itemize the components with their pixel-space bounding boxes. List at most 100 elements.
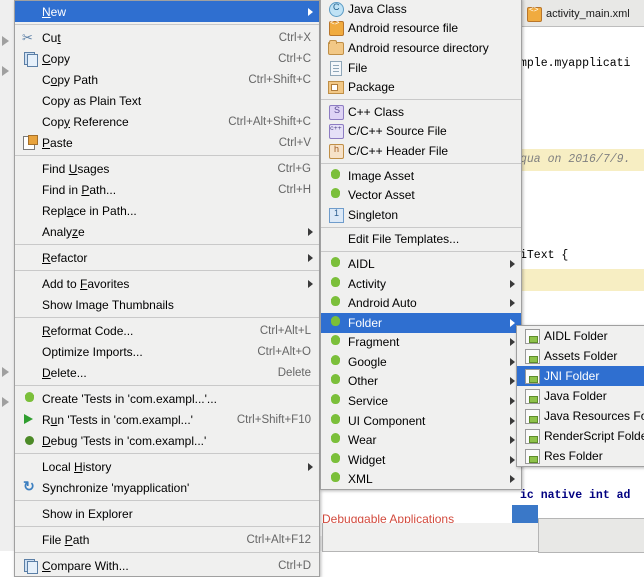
menu-separator	[15, 526, 319, 527]
menu-item-ui-component[interactable]: UI Component	[321, 411, 521, 431]
menu-item-activity[interactable]: Activity	[321, 274, 521, 294]
menu-item-compare-with[interactable]: Compare With... Ctrl+D	[15, 555, 319, 576]
editor-tab-activity-main-xml[interactable]: activity_main.xml	[527, 4, 630, 24]
menu-item-label: Java Resources Folder	[544, 409, 644, 423]
menu-item-synchronize-myapplication[interactable]: Synchronize 'myapplication'	[15, 477, 319, 498]
menu-item-icon-slot	[21, 344, 38, 360]
android-icon	[327, 295, 344, 311]
menu-item-delete[interactable]: Delete... Delete	[15, 362, 319, 383]
menu-item-label: Compare With...	[42, 558, 129, 573]
folder-submenu[interactable]: AIDL Folder Assets Folder JNI Folder Java F…	[516, 325, 644, 467]
menu-item-reformat-code[interactable]: Reformat Code... Ctrl+Alt+L	[15, 320, 319, 341]
menu-item-label: Google	[348, 354, 387, 369]
menu-item-copy-reference[interactable]: Copy Reference Ctrl+Alt+Shift+C	[15, 111, 319, 132]
menu-item-package[interactable]: Package	[321, 77, 521, 97]
menu-item-c-c-source-file[interactable]: C/C++ Source File	[321, 122, 521, 142]
menu-item-fragment[interactable]: Fragment	[321, 333, 521, 353]
menu-item-assets-folder[interactable]: Assets Folder	[517, 346, 644, 366]
android-icon	[329, 374, 342, 387]
menu-item-add-to-favorites[interactable]: Add to Favorites	[15, 273, 319, 294]
menu-item-android-resource-file[interactable]: Android resource file	[321, 19, 521, 39]
menu-item-label: Paste	[42, 135, 73, 150]
menu-item-label: Synchronize 'myapplication'	[42, 480, 190, 495]
menu-item-new[interactable]: New	[15, 1, 319, 22]
menu-item-local-history[interactable]: Local History	[15, 456, 319, 477]
menu-item-java-class[interactable]: Java Class	[321, 0, 521, 19]
menu-item-service[interactable]: Service	[321, 391, 521, 411]
menu-item-icon-slot	[21, 276, 38, 292]
menu-item-icon-slot	[21, 323, 38, 339]
menu-item-java-resources-folder[interactable]: Java Resources Folder	[517, 406, 644, 426]
android-icon	[327, 373, 344, 389]
chevron-right-icon	[510, 377, 515, 386]
menu-item-c-c-header-file[interactable]: C/C++ Header File	[321, 141, 521, 161]
menu-item-copy-as-plain-text[interactable]: Copy as Plain Text	[15, 90, 319, 111]
android-icon	[329, 315, 342, 329]
menu-item-paste[interactable]: Paste Ctrl+V	[15, 132, 319, 153]
menu-item-image-asset[interactable]: Image Asset	[321, 166, 521, 186]
menu-item-folder[interactable]: Folder	[321, 312, 521, 333]
menu-item-create-tests-in-com-exampl[interactable]: Create 'Tests in 'com.exampl...'...	[15, 388, 319, 409]
menu-item-analyze[interactable]: Analyze	[15, 221, 319, 242]
menu-item-shortcut: Ctrl+G	[277, 162, 311, 175]
menu-item-label: Vector Asset	[348, 188, 415, 203]
menu-item-aidl-folder[interactable]: AIDL Folder	[517, 326, 644, 346]
android-icon	[327, 276, 344, 292]
new-submenu[interactable]: Java Class Android resource file Android r…	[320, 0, 522, 491]
menu-item-label: Refactor	[42, 250, 88, 265]
android-icon	[327, 393, 344, 409]
menu-item-renderscript-folder[interactable]: RenderScript Folder	[517, 426, 644, 446]
menu-separator	[321, 162, 521, 164]
menu-item-google[interactable]: Google	[321, 352, 521, 372]
menu-item-shortcut: Ctrl+Alt+F12	[246, 533, 311, 546]
android-icon	[329, 472, 342, 485]
menu-item-aidl[interactable]: AIDL	[321, 254, 521, 274]
folder-icon	[328, 39, 344, 55]
singleton-icon	[327, 207, 344, 223]
menu-item-label: Image Asset	[348, 168, 415, 183]
gutter-arrow-icon	[2, 66, 9, 76]
gutter-arrow-icon	[2, 36, 9, 46]
menu-item-find-in-path[interactable]: Find in Path... Ctrl+H	[15, 179, 319, 200]
menu-item-android-auto[interactable]: Android Auto	[321, 293, 521, 313]
menu-item-show-in-explorer[interactable]: Show in Explorer	[15, 503, 319, 524]
menu-item-label: Analyze	[42, 224, 85, 239]
menu-item-vector-asset[interactable]: Vector Asset	[321, 185, 521, 205]
menu-item-label: RenderScript Folder	[544, 429, 644, 443]
menu-item-jni-folder[interactable]: JNI Folder	[517, 366, 644, 386]
menu-item-other[interactable]: Other	[321, 372, 521, 392]
menu-item-label: Copy Reference	[42, 114, 129, 129]
menu-item-java-folder[interactable]: Java Folder	[517, 386, 644, 406]
run-icon	[24, 413, 33, 424]
menu-item-run-tests-in-com-exampl[interactable]: Run 'Tests in 'com.exampl...' Ctrl+Shift+…	[15, 409, 319, 430]
compare-icon	[21, 558, 38, 574]
menu-item-res-folder[interactable]: Res Folder	[517, 446, 644, 466]
menu-item-find-usages[interactable]: Find Usages Ctrl+G	[15, 158, 319, 179]
menu-item-copy[interactable]: Copy Ctrl+C	[15, 48, 319, 69]
menu-item-copy-path[interactable]: Copy Path Ctrl+Shift+C	[15, 69, 319, 90]
menu-item-cut[interactable]: Cut Ctrl+X	[15, 27, 319, 48]
android-icon	[329, 335, 342, 348]
menu-item-replace-in-path[interactable]: Replace in Path...	[15, 200, 319, 221]
menu-item-singleton[interactable]: Singleton	[321, 205, 521, 225]
menu-item-widget[interactable]: Widget	[321, 450, 521, 470]
android-icon	[23, 391, 36, 405]
android-icon	[329, 188, 342, 201]
menu-item-file[interactable]: File	[321, 58, 521, 78]
menu-item-optimize-imports[interactable]: Optimize Imports... Ctrl+Alt+O	[15, 341, 319, 362]
editor-context-menu[interactable]: New Cut Ctrl+X Copy Ctrl+C Copy Path Ctrl+Shif…	[14, 0, 320, 577]
chevron-right-icon	[308, 7, 313, 16]
menu-item-file-path[interactable]: File Path Ctrl+Alt+F12	[15, 529, 319, 550]
menu-item-xml[interactable]: XML	[321, 470, 521, 490]
menu-item-android-resource-directory[interactable]: Android resource directory	[321, 38, 521, 58]
menu-item-refactor[interactable]: Refactor	[15, 247, 319, 268]
menu-separator	[15, 500, 319, 501]
menu-item-wear[interactable]: Wear	[321, 430, 521, 450]
menu-separator	[15, 385, 319, 386]
menu-item-edit-file-templates[interactable]: Edit File Templates...	[321, 230, 521, 250]
menu-item-c-class[interactable]: C++ Class	[321, 102, 521, 122]
menu-item-show-image-thumbnails[interactable]: Show Image Thumbnails	[15, 294, 319, 315]
menu-item-label: Local History	[42, 459, 112, 474]
menu-item-debug-tests-in-com-exampl[interactable]: Debug 'Tests in 'com.exampl...'	[15, 430, 319, 451]
menu-item-icon-slot	[21, 93, 38, 109]
